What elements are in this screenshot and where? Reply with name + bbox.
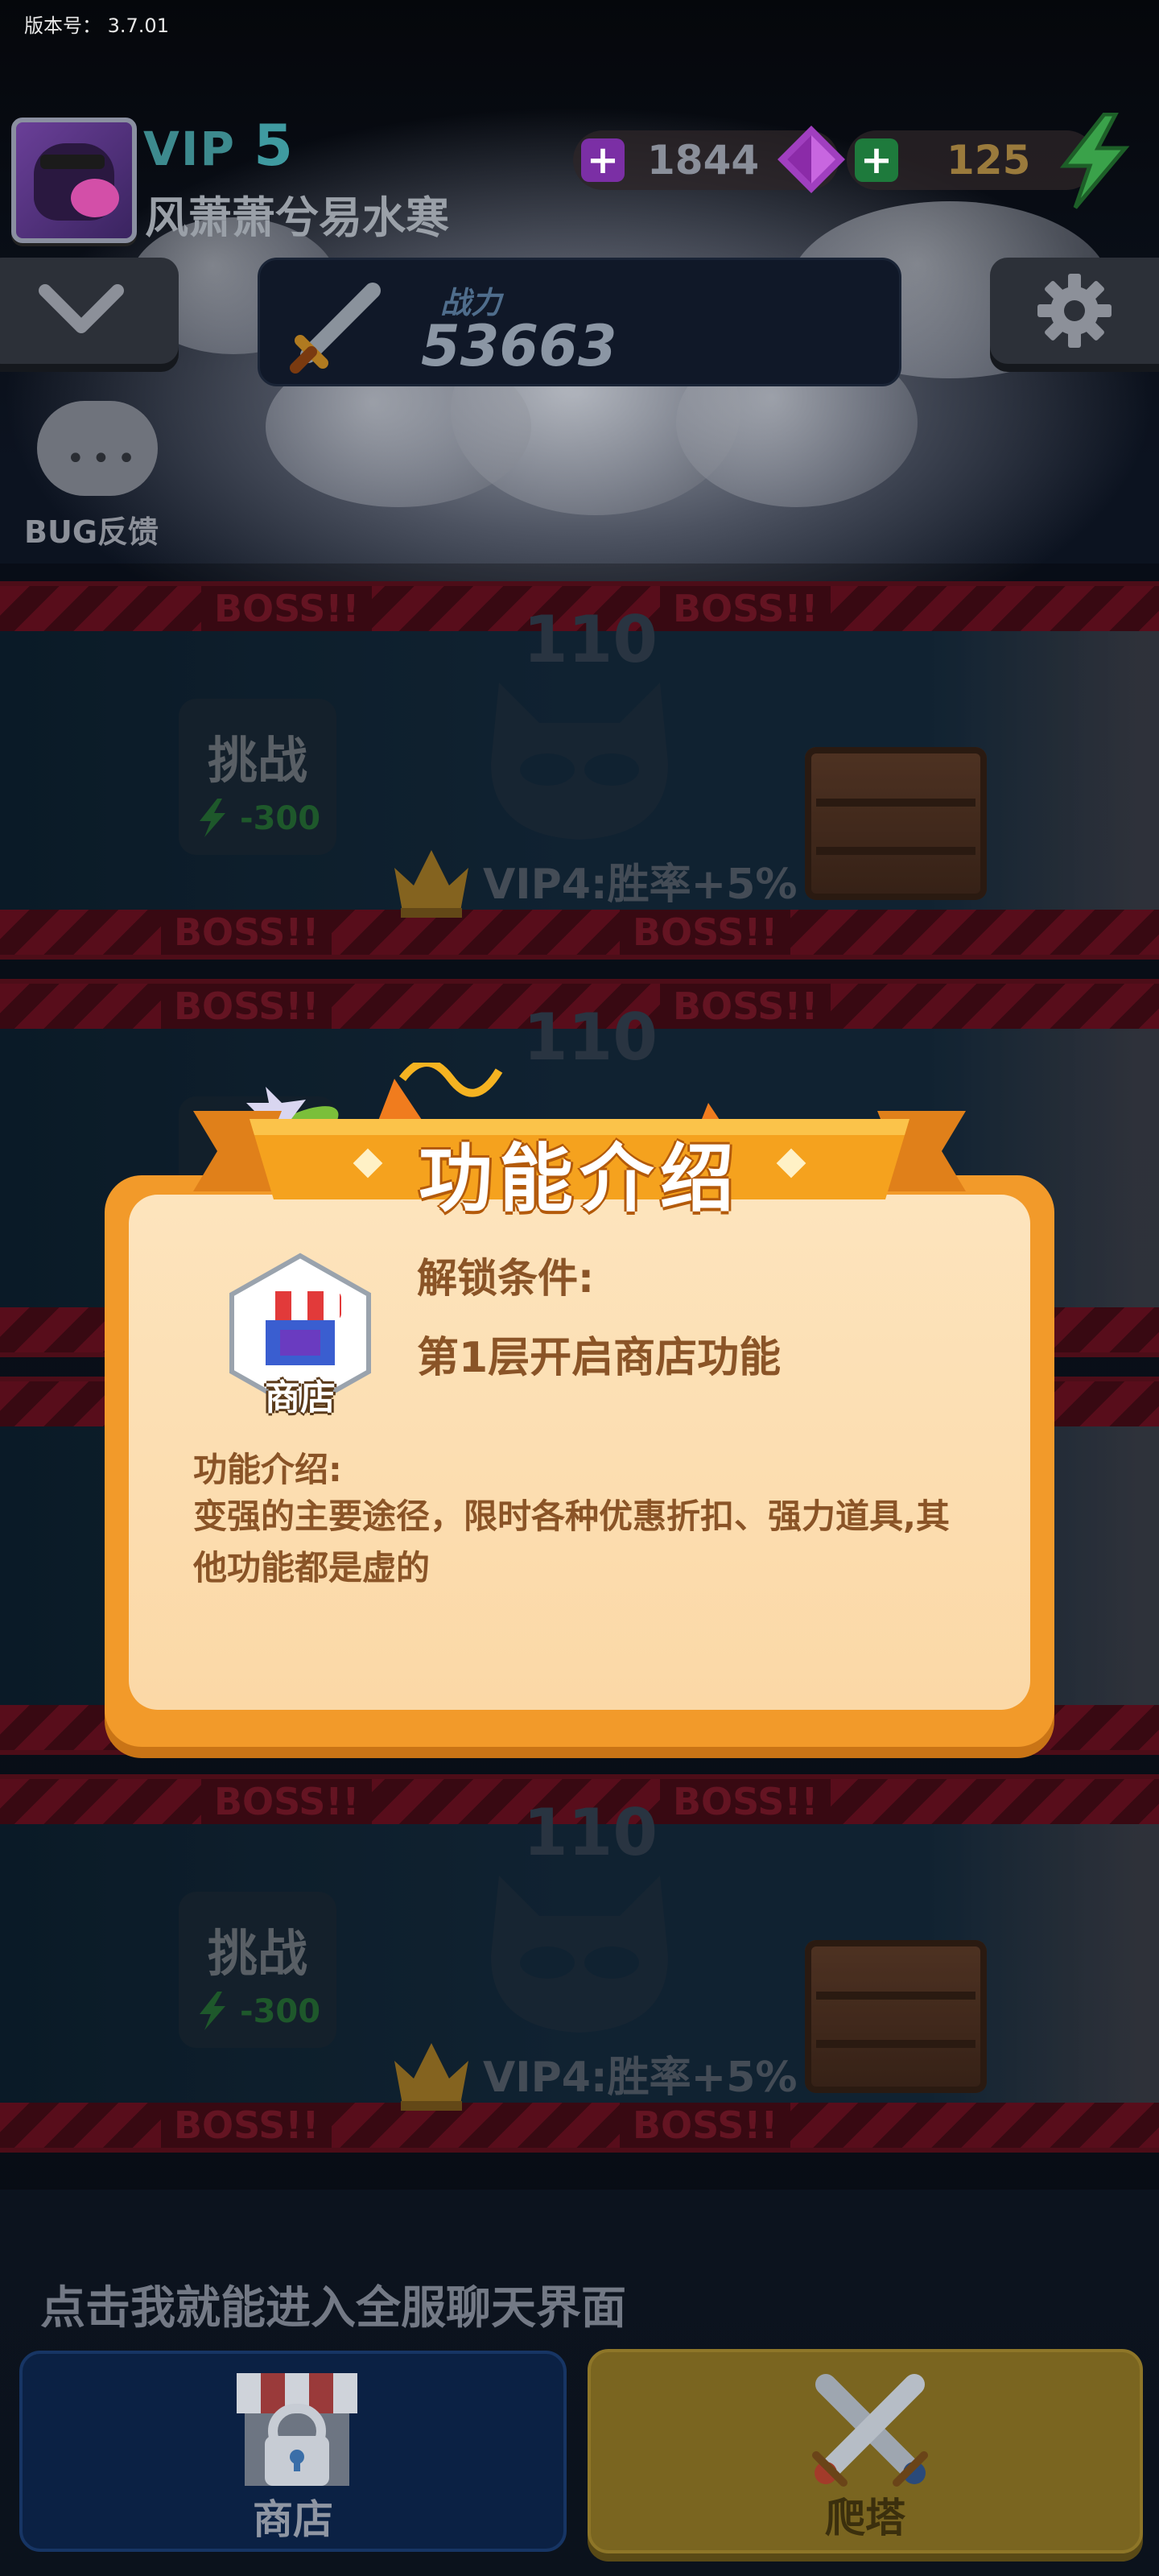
tower-nav-label: 爬塔 (825, 2495, 905, 2541)
add-gems-button[interactable]: + (581, 138, 625, 183)
game-screen: 版本号： 3.7.01 VIP 5 风萧萧兮易水寒 + 1844 + 125 战… (0, 0, 1159, 2576)
dialog-title: 功能介绍 (418, 1136, 740, 1222)
world-chat-entry[interactable]: 点击我就能进入全服聊天界面 (40, 2272, 626, 2337)
add-energy-button[interactable]: + (855, 138, 898, 183)
player-name: 风萧萧兮易水寒 (145, 192, 449, 243)
vip-badge: VIP 5 (143, 113, 295, 179)
energy-amount: 125 (947, 137, 1031, 184)
power-value: 53663 (421, 313, 617, 379)
vip-prefix: VIP (143, 122, 236, 176)
feature-intro-label: 功能介绍: (193, 1450, 342, 1489)
avatar-snout (71, 179, 119, 217)
tower-nav-button[interactable]: 爬塔 (588, 2349, 1143, 2553)
sword-icon (290, 283, 381, 374)
avatar-visor (40, 155, 105, 169)
chevron-down-icon (39, 284, 124, 333)
dropdown-button[interactable] (0, 258, 179, 364)
feature-intro-text: 变强的主要途径，限时各种优惠折扣、强力道具,其他功能都是虚的 (193, 1496, 950, 1587)
locked-shop-icon (237, 2373, 357, 2486)
gem-icon (777, 126, 845, 193)
unlock-condition-value: 第1层开启商店功能 (417, 1334, 782, 1382)
shop-nav-label: 商店 (253, 2496, 333, 2543)
shop-nav-button[interactable]: 商店 (19, 2351, 567, 2552)
crossed-swords-icon (812, 2374, 928, 2487)
unlock-condition-label: 解锁条件: (417, 1255, 594, 1302)
bubble-dots: ••• (66, 440, 142, 477)
gear-icon (1037, 274, 1112, 348)
player-avatar[interactable] (11, 118, 137, 243)
version-label: 版本号： 3.7.01 (24, 14, 169, 37)
settings-button[interactable] (990, 258, 1159, 364)
shop-feature-label: 商店 (265, 1377, 336, 1418)
gem-amount: 1844 (647, 137, 760, 184)
lightning-bolt-icon (1059, 113, 1130, 209)
vip-level: 5 (254, 113, 295, 179)
bug-feedback-label: BUG反馈 (24, 514, 159, 550)
combat-power-panel: 战力 53663 (258, 258, 901, 386)
